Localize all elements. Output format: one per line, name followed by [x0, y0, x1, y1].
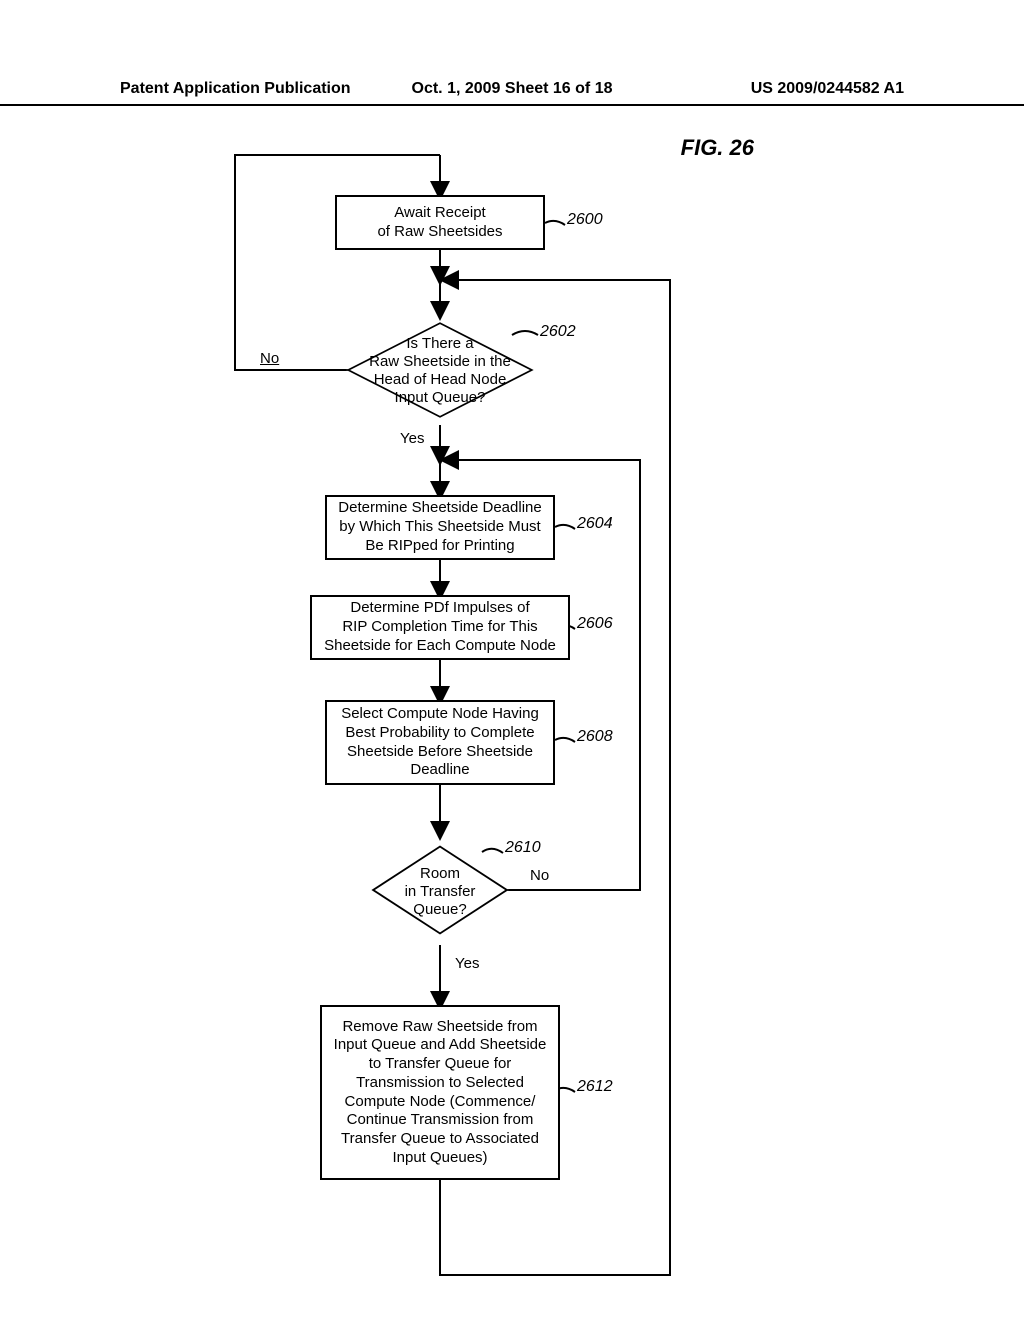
step-2608: Select Compute Node Having Best Probabil…	[325, 700, 555, 785]
flowchart-canvas: Await Receipt of Raw Sheetsides 2600 Is …	[200, 155, 820, 1285]
label-no-2610: No	[530, 867, 549, 884]
label-yes-2602: Yes	[400, 430, 424, 447]
ref-2612: 2612	[577, 1078, 613, 1096]
ref-2602: 2602	[540, 323, 576, 341]
step-2606: Determine PDf Impulses of RIP Completion…	[310, 595, 570, 660]
ref-2600: 2600	[567, 211, 603, 229]
header-left: Patent Application Publication	[120, 80, 351, 98]
step-2600: Await Receipt of Raw Sheetsides	[335, 195, 545, 250]
label-no-2602: No	[260, 350, 279, 367]
header-right: US 2009/0244582 A1	[751, 80, 904, 98]
step-2612: Remove Raw Sheetside from Input Queue an…	[320, 1005, 560, 1180]
ref-2606: 2606	[577, 615, 613, 633]
header-center: Oct. 1, 2009 Sheet 16 of 18	[412, 80, 613, 98]
label-yes-2610: Yes	[455, 955, 479, 972]
step-2604: Determine Sheetside Deadline by Which Th…	[325, 495, 555, 560]
ref-2604: 2604	[577, 515, 613, 533]
ref-2610: 2610	[505, 839, 541, 857]
ref-2608: 2608	[577, 728, 613, 746]
page-header: Patent Application Publication Oct. 1, 2…	[0, 80, 1024, 106]
